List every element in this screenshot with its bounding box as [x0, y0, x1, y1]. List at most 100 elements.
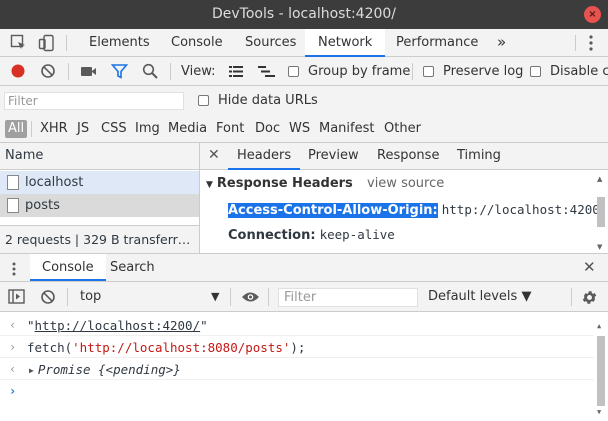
- screenshot-camera-icon[interactable]: [80, 65, 97, 78]
- scrollbar-thumb[interactable]: [597, 197, 605, 227]
- record-icon[interactable]: [10, 63, 26, 79]
- result-arrow-icon: ‹: [9, 362, 17, 376]
- disable-cache-label: Disable ca: [550, 64, 608, 79]
- response-headers-section[interactable]: ▼ Response Headers: [206, 176, 353, 191]
- toolbar-divider: [67, 288, 68, 306]
- type-filter-other[interactable]: Other: [381, 120, 424, 138]
- hide-data-urls-checkbox[interactable]: [198, 95, 209, 106]
- network-toolbar: View: Group by frame Preserve log Disabl…: [0, 57, 608, 86]
- context-dropdown-icon[interactable]: ▼: [211, 282, 219, 311]
- clear-console-icon[interactable]: [40, 289, 56, 305]
- group-by-frame-checkbox[interactable]: [288, 66, 299, 77]
- type-filter-all[interactable]: All: [5, 120, 28, 138]
- console-output[interactable]: ‹ "http://localhost:4200/" › fetch('http…: [0, 312, 608, 421]
- type-filter-media[interactable]: Media: [165, 120, 210, 138]
- console-toolbar: top ▼ Filter Default levels ▼: [0, 282, 608, 312]
- network-filter-input[interactable]: Filter: [4, 92, 184, 110]
- type-filter-ws[interactable]: WS: [286, 120, 313, 138]
- console-filter-input[interactable]: Filter: [278, 288, 418, 307]
- tab-preview[interactable]: Preview: [299, 143, 368, 169]
- toolbar-divider: [31, 121, 32, 137]
- inspect-element-icon[interactable]: [10, 34, 27, 51]
- tab-sources[interactable]: Sources: [232, 29, 309, 56]
- promise-object[interactable]: Promise {<pending>}: [38, 362, 181, 377]
- console-url-link[interactable]: http://localhost:4200/: [35, 318, 201, 333]
- scroll-down-icon[interactable]: ▼: [597, 243, 602, 251]
- section-title: Response Headers: [216, 176, 353, 191]
- type-filter-manifest[interactable]: Manifest: [316, 120, 377, 138]
- console-line: › fetch('http://localhost:8080/posts');: [0, 337, 594, 358]
- window-title: DevTools - localhost:4200/: [211, 6, 397, 22]
- quote: ": [27, 318, 35, 333]
- sidebar-toggle-icon[interactable]: [8, 289, 25, 304]
- requests-pane: Name localhost posts 2 requests | 329 B …: [0, 143, 200, 253]
- execution-context-select[interactable]: top: [80, 282, 101, 311]
- scroll-down-icon[interactable]: ▼: [597, 408, 601, 416]
- scroll-up-icon[interactable]: ▲: [597, 175, 602, 183]
- document-icon: [7, 175, 19, 190]
- kebab-menu-icon[interactable]: [587, 34, 595, 52]
- header-row: Access-Control-Allow-Origin: http://local…: [228, 202, 600, 218]
- header-key: Connection:: [228, 228, 316, 243]
- expand-triangle-icon: ▼: [206, 180, 213, 190]
- clear-icon[interactable]: [40, 63, 56, 79]
- waterfall-overview-icon[interactable]: [257, 65, 277, 78]
- details-scrollbar[interactable]: ▲ ▼: [596, 175, 606, 253]
- gear-icon[interactable]: [581, 289, 598, 306]
- code-string: 'http://localhost:8080/posts': [72, 340, 291, 355]
- request-row-posts[interactable]: posts: [0, 194, 199, 217]
- view-label: View:: [181, 64, 216, 79]
- request-name: posts: [25, 198, 60, 213]
- tab-network[interactable]: Network: [305, 29, 386, 57]
- close-details-icon[interactable]: ✕: [208, 143, 220, 168]
- console-line: ‹ ▶ Promise {<pending>}: [0, 359, 594, 380]
- tab-performance[interactable]: Performance: [383, 29, 491, 56]
- toolbar-divider: [268, 288, 269, 306]
- drawer-tab-console[interactable]: Console: [30, 254, 106, 281]
- expand-triangle-icon[interactable]: ▶: [29, 366, 34, 375]
- header-key: Access-Control-Allow-Origin:: [228, 203, 438, 218]
- type-filter-js[interactable]: JS: [74, 120, 92, 138]
- device-toolbar-icon[interactable]: [38, 34, 56, 52]
- console-line: ‹ "http://localhost:4200/": [0, 315, 594, 336]
- network-filter-bar: Filter Hide data URLs: [0, 86, 608, 115]
- log-levels-dropdown[interactable]: Default levels ▼: [428, 282, 531, 311]
- type-filter-img[interactable]: Img: [132, 120, 163, 138]
- drawer-tab-search[interactable]: Search: [98, 254, 167, 281]
- search-icon[interactable]: [142, 63, 159, 80]
- type-filter-xhr[interactable]: XHR: [37, 120, 71, 138]
- filter-funnel-icon[interactable]: [111, 63, 128, 80]
- request-name: localhost: [25, 175, 84, 190]
- close-drawer-icon[interactable]: ✕: [583, 254, 596, 281]
- large-rows-icon[interactable]: [228, 65, 244, 78]
- live-expression-eye-icon[interactable]: [241, 291, 260, 303]
- toolbar-divider: [412, 63, 413, 80]
- request-details-pane: ✕ Headers Preview Response Timing ▼ Respo…: [200, 143, 608, 253]
- type-filter-font[interactable]: Font: [213, 120, 247, 138]
- type-filter-doc[interactable]: Doc: [252, 120, 283, 138]
- prompt-arrow-icon: ›: [9, 384, 17, 398]
- request-row-localhost[interactable]: localhost: [0, 171, 199, 194]
- more-tabs-button[interactable]: »: [484, 29, 519, 56]
- header-value: http://localhost:4200: [441, 202, 600, 217]
- toolbar-divider: [230, 288, 231, 306]
- scroll-up-icon[interactable]: ▲: [597, 322, 601, 330]
- code-text: );: [290, 340, 306, 355]
- tab-headers[interactable]: Headers: [228, 143, 301, 170]
- tab-elements[interactable]: Elements: [76, 29, 163, 56]
- input-arrow-icon: ›: [9, 340, 17, 354]
- tab-console[interactable]: Console: [158, 29, 236, 56]
- preserve-log-checkbox[interactable]: [423, 66, 434, 77]
- scrollbar-thumb[interactable]: [597, 336, 605, 406]
- disable-cache-checkbox[interactable]: [530, 66, 541, 77]
- toolbar-divider: [68, 63, 69, 80]
- tab-response[interactable]: Response: [368, 143, 448, 169]
- type-filter-css[interactable]: CSS: [98, 120, 130, 138]
- window-close-button[interactable]: ×: [584, 6, 601, 23]
- console-scrollbar[interactable]: ▲ ▼: [596, 312, 606, 421]
- tab-timing[interactable]: Timing: [448, 143, 510, 169]
- console-prompt[interactable]: ›: [0, 381, 594, 402]
- drawer-menu-icon[interactable]: [10, 261, 18, 277]
- name-column-header[interactable]: Name: [0, 143, 199, 170]
- view-source-link[interactable]: view source: [367, 176, 444, 191]
